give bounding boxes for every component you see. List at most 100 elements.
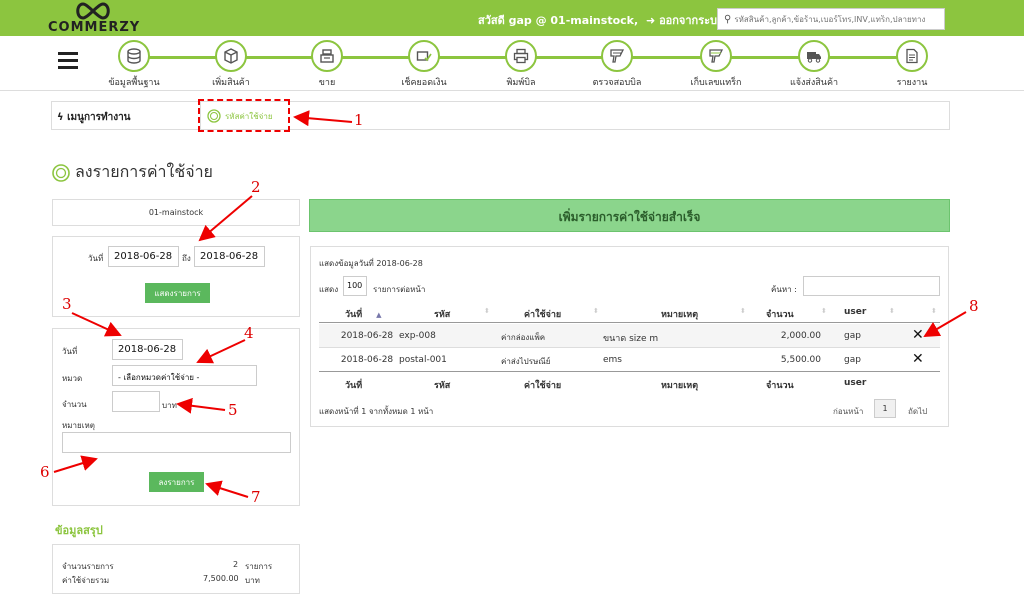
cell-amount: 2,000.00 xyxy=(780,331,821,341)
foot-col-note: หมายเหตุ xyxy=(661,381,699,391)
show-label: แสดง xyxy=(319,285,339,294)
foot-col-date: วันที่ xyxy=(345,381,363,391)
summary-panel: จำนวนรายการ 2 รายการ ค่าใช้จ่ายรวม 7,500… xyxy=(52,544,300,594)
nav-item-ship-notify[interactable]: แจ้งส่งสินค้า xyxy=(774,40,854,89)
expense-table-panel: แสดงข้อมูลวันที่ 2018-06-28 แสดง 100 ราย… xyxy=(310,246,949,427)
to-date-input[interactable] xyxy=(194,246,265,267)
page-size-select[interactable]: 100 xyxy=(343,276,367,296)
expense-form-panel: วันที่ หมวด - เลือกหมวดค่าใช้จ่าย - จำนว… xyxy=(52,328,300,506)
nav-label: ข้อมูลพื้นฐาน xyxy=(108,78,160,88)
nav-item-sell[interactable]: ขาย xyxy=(287,40,367,89)
col-date[interactable]: วันที่ ▲ xyxy=(345,307,382,321)
note-input[interactable] xyxy=(62,432,291,453)
search-icon: ⚲ xyxy=(724,13,732,25)
cell-user: gap xyxy=(844,355,861,365)
col-note[interactable]: หมายเหตุ xyxy=(661,307,698,321)
showing-date: แสดงข้อมูลวันที่ 2018-06-28 xyxy=(319,259,423,268)
logout-label: ออกจากระบบ xyxy=(659,14,724,27)
total-unit: บาท xyxy=(245,576,260,585)
printer-icon xyxy=(513,48,529,64)
page-1-button[interactable]: 1 xyxy=(874,399,896,418)
cell-note: ems xyxy=(603,355,622,365)
menu-icon[interactable] xyxy=(58,52,78,70)
sort-asc-icon: ▲ xyxy=(376,311,382,319)
table-header: วันที่ ▲ รหัส ⬍ ค่าใช้จ่าย ⬍ หมายเหตุ ⬍ จ… xyxy=(319,303,940,323)
date-label: วันที่ xyxy=(62,347,78,356)
col-amount[interactable]: จำนวน xyxy=(766,307,794,321)
category-label: หมวด xyxy=(62,374,83,383)
col-user[interactable]: user xyxy=(844,307,866,317)
count-unit: รายการ xyxy=(245,562,273,571)
page-number: 1 xyxy=(882,404,888,413)
pagination-info: แสดงหน้าที่ 1 จากทั้งหมด 1 หน้า xyxy=(319,407,434,416)
total-value: 7,500.00 xyxy=(203,574,239,583)
nav-label: รายงาน xyxy=(896,78,928,88)
nav-item-basic-data[interactable]: ข้อมูลพื้นฐาน xyxy=(94,40,174,89)
brand-logo[interactable]: COMMERZY xyxy=(48,1,139,35)
annotation-label-1: 1 xyxy=(354,111,364,129)
user-greeting-area: สวัสดี gap @ 01-mainstock, ➜ ออกจากระบบ xyxy=(478,11,724,29)
foot-col-code: รหัส xyxy=(434,381,451,391)
cell-code: postal-001 xyxy=(399,355,447,365)
delete-row-button[interactable]: ✕ xyxy=(912,351,924,367)
page-title-text: ลงรายการค่าใช้จ่าย xyxy=(75,162,213,181)
sort-icon: ⬍ xyxy=(821,307,827,315)
money-check-icon xyxy=(416,51,432,62)
cash-register-icon xyxy=(320,49,334,63)
col-expense[interactable]: ค่าใช้จ่าย xyxy=(524,307,561,321)
nav-item-add-product[interactable]: เพิ่มสินค้า xyxy=(191,40,271,89)
foot-col-amount: จำนวน xyxy=(766,381,794,391)
nav-label: เช็คยอดเงิน xyxy=(401,78,447,88)
annotation-label-6: 6 xyxy=(40,463,50,481)
show-list-button[interactable]: แสดงรายการ xyxy=(145,283,210,303)
global-search[interactable]: ⚲ xyxy=(717,8,945,30)
from-date-input[interactable] xyxy=(108,246,179,267)
box-icon xyxy=(224,48,238,64)
table-row: 2018-06-28 exp-008 ค่ากล่องแพ็ค ขนาด siz… xyxy=(319,324,940,348)
nav-item-report[interactable]: รายงาน xyxy=(872,40,952,89)
cell-note: ขนาด size m xyxy=(603,334,659,344)
annotation-label-3: 3 xyxy=(62,295,72,313)
summary-title: ข้อมูลสรุป xyxy=(55,524,103,537)
table-footer-header: วันที่ รหัส ค่าใช้จ่าย หมายเหตุ จำนวน us… xyxy=(319,375,940,393)
next-page-button[interactable]: ถัดไป xyxy=(908,405,927,418)
amount-input[interactable] xyxy=(112,391,160,412)
col-code[interactable]: รหัส xyxy=(434,307,450,321)
success-alert: เพิ่มรายการค่าใช้จ่ายสำเร็จ xyxy=(309,199,950,232)
sort-icon: ⬍ xyxy=(931,307,937,315)
submit-expense-button[interactable]: ลงรายการ xyxy=(149,472,204,492)
total-label: ค่าใช้จ่ายรวม xyxy=(62,576,110,585)
database-icon xyxy=(127,48,141,64)
nav-item-print-bill[interactable]: พิมพ์บิล xyxy=(481,40,561,89)
annotation-label-4: 4 xyxy=(244,324,254,342)
expense-date-input[interactable] xyxy=(112,339,183,360)
date-filter-panel: วันที่ ถึง แสดงรายการ xyxy=(52,236,300,317)
coin-icon xyxy=(52,163,70,182)
tracking-scanner-icon xyxy=(709,49,724,63)
nav-label: ขาย xyxy=(318,78,336,88)
page-size-value: 100 xyxy=(347,281,363,290)
foot-col-expense: ค่าใช้จ่าย xyxy=(524,381,562,391)
delete-row-button[interactable]: ✕ xyxy=(912,327,924,343)
per-page-label: รายการต่อหน้า xyxy=(373,285,426,294)
sort-icon: ⬍ xyxy=(889,307,895,315)
cell-user: gap xyxy=(844,331,861,341)
annotation-label-2: 2 xyxy=(251,178,261,196)
nav-label: ตรวจสอบบิล xyxy=(592,78,642,88)
nav-item-check-balance[interactable]: เช็คยอดเงิน xyxy=(384,40,464,89)
top-bar: COMMERZY สวัสดี gap @ 01-mainstock, ➜ ออ… xyxy=(0,0,1024,36)
sort-icon: ⬍ xyxy=(484,307,490,315)
nav-label: แจ้งส่งสินค้า xyxy=(789,78,839,88)
nav-item-verify-bill[interactable]: ตรวจสอบบิล xyxy=(577,40,657,89)
sort-icon: ⬍ xyxy=(740,307,746,315)
menu-title-text: เมนูการทำงาน xyxy=(67,112,131,123)
logout-link[interactable]: ➜ ออกจากระบบ xyxy=(646,14,724,27)
global-search-input[interactable] xyxy=(734,14,935,24)
table-search-input[interactable] xyxy=(803,276,940,296)
nav-item-tracking[interactable]: เก็บเลขแทร็ก xyxy=(676,40,756,89)
category-select[interactable]: - เลือกหมวดค่าใช้จ่าย - xyxy=(112,365,257,386)
count-label: จำนวนรายการ xyxy=(62,562,114,571)
nav-label: เพิ่มสินค้า xyxy=(212,78,250,88)
prev-page-button[interactable]: ก่อนหน้า xyxy=(833,405,863,418)
category-selected: - เลือกหมวดค่าใช้จ่าย - xyxy=(118,373,200,382)
